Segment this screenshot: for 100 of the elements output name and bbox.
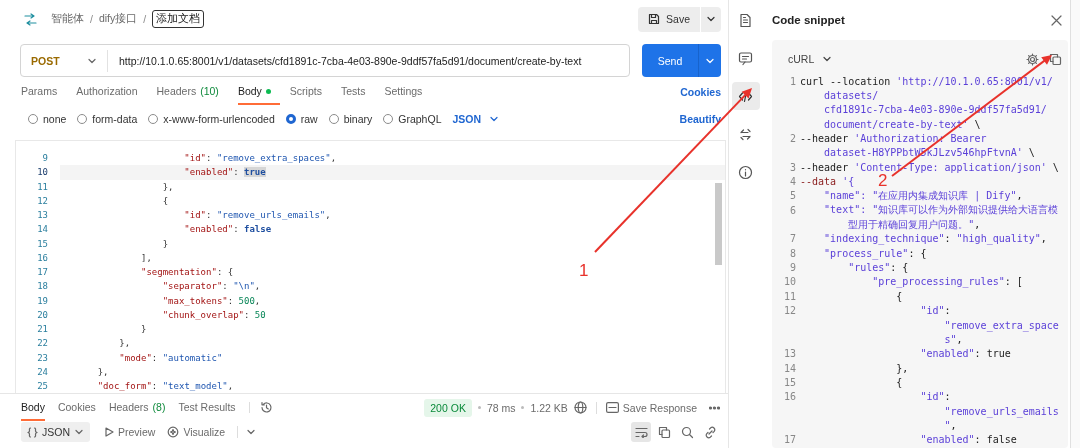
beautify-link[interactable]: Beautify: [679, 112, 721, 125]
line-number: 15: [782, 376, 796, 388]
code-line: "name": "在应用内集成知识库 | Dify",: [823, 188, 1023, 203]
line-number: 9: [41, 153, 48, 164]
line-number: 25: [36, 381, 48, 392]
response-tab[interactable]: Headers (8): [108, 394, 166, 421]
code-line: ],: [140, 252, 152, 263]
save-response-button[interactable]: Save Response: [605, 401, 697, 414]
copy-button[interactable]: [1049, 52, 1062, 66]
save-button[interactable]: Save: [638, 6, 700, 32]
line-number: 23: [36, 352, 48, 363]
caret-icon: [74, 427, 84, 437]
line-number: 17: [36, 267, 48, 278]
code-line: },: [161, 181, 174, 192]
code-line: "remove_extra_space: [943, 319, 1059, 331]
radio-label[interactable]: none: [43, 112, 67, 125]
language-dropdown[interactable]: cURL: [788, 53, 1016, 65]
code-line: "indexing_technique": "high_quality",: [823, 233, 1047, 245]
method-dropdown[interactable]: POST: [21, 49, 108, 72]
close-icon: [1051, 14, 1062, 26]
code-line: {: [895, 290, 903, 302]
radio-label[interactable]: GraphQL: [398, 112, 442, 125]
more-button[interactable]: [709, 405, 720, 410]
settings-button[interactable]: [1026, 52, 1039, 66]
settings-icon: [1026, 52, 1039, 66]
braces-icon: [27, 426, 38, 438]
request-tab[interactable]: Settings: [384, 79, 432, 105]
example-icon: [605, 402, 619, 413]
line-number: 6: [788, 204, 796, 216]
code-line: "enabled": false: [183, 224, 272, 235]
code-line: "id": "remove_urls_emails",: [183, 210, 331, 221]
send-options-button[interactable]: [698, 44, 721, 77]
link-icon: [703, 425, 717, 439]
send-button[interactable]: Send: [642, 44, 698, 77]
code-line: },: [118, 338, 131, 349]
request-tab[interactable]: Body: [237, 79, 281, 105]
line-number: 21: [36, 324, 48, 335]
url-field[interactable]: http://10.1.0.65:8001/v1/datasets/cfd1891c-7cba-4e03-890e-9ddf57fa5d91/document/create-by-text: [108, 54, 582, 67]
format-dropdown[interactable]: JSON: [21, 422, 90, 442]
code-line: "separator": "\n",: [161, 281, 261, 292]
search-icon: [680, 425, 694, 439]
code-line: "id":: [919, 391, 951, 403]
history-icon: [259, 401, 273, 414]
line-number: 10: [36, 167, 48, 178]
line-number: 10: [782, 276, 796, 288]
line-number: 7: [788, 233, 796, 245]
panel-title: Code snippet: [772, 14, 846, 26]
caret-icon: [246, 427, 257, 437]
cookies-link[interactable]: Cookies: [680, 79, 721, 105]
floppy-disk-icon: [648, 13, 661, 25]
wrap-lines-button[interactable]: [631, 422, 651, 442]
radio-button[interactable]: [285, 113, 296, 124]
line-number: 1: [788, 75, 796, 87]
more-icon: [709, 405, 720, 410]
radio-label[interactable]: x-www-form-urlencoded: [163, 112, 275, 125]
radio-label[interactable]: binary: [343, 112, 373, 125]
save-options-button[interactable]: [701, 6, 721, 32]
request-name-field[interactable]: 添加文档: [152, 10, 205, 28]
code-line: "doc_form": "text_model",: [96, 381, 234, 392]
code-line: 型用于精确回复用户问题。",: [847, 217, 981, 232]
preview-button[interactable]: Preview: [104, 426, 156, 438]
code-line: "enabled": true: [919, 348, 1011, 360]
code-line: ",: [943, 419, 957, 431]
request-tab[interactable]: Authorization: [76, 79, 147, 105]
request-tab[interactable]: Headers (10): [156, 79, 229, 105]
caret-icon: [822, 54, 833, 64]
wrap-icon: [634, 426, 648, 438]
code-line: {: [895, 376, 903, 388]
line-number: 5: [788, 190, 796, 202]
caret-icon: [706, 14, 716, 24]
sparkle-icon: [167, 426, 180, 438]
code-line: --data '{: [800, 176, 855, 188]
line-number: 17: [782, 434, 796, 446]
comment-icon: [738, 50, 753, 66]
breadcrumb-link[interactable]: dify接口: [98, 12, 138, 26]
line-number: 14: [782, 362, 796, 374]
request-tab[interactable]: Scripts: [289, 79, 332, 105]
visualize-button[interactable]: Visualize: [167, 426, 226, 438]
line-number: 24: [36, 366, 48, 377]
globe-icon: [573, 401, 587, 414]
response-tab[interactable]: Test Results: [178, 394, 236, 421]
close-button[interactable]: [1051, 14, 1062, 26]
request-icon: [24, 12, 37, 26]
code-line: "remove_urls_emails: [943, 405, 1059, 417]
language-dropdown[interactable]: JSON: [452, 112, 500, 125]
visualize-options-button[interactable]: [246, 427, 257, 437]
request-tab[interactable]: Tests: [340, 79, 375, 105]
code-line: "segmentation": {: [140, 267, 234, 278]
response-tab[interactable]: Cookies: [57, 394, 96, 421]
line-number: 22: [36, 338, 48, 349]
line-number: 2: [788, 133, 796, 145]
line-number: 4: [788, 176, 796, 188]
code-line: "pre_processing_rules": [: [871, 276, 1023, 288]
scrollbar[interactable]: [715, 183, 722, 265]
line-number: 20: [36, 309, 48, 320]
line-number: 8: [788, 247, 796, 259]
request-tab[interactable]: Params: [21, 79, 67, 105]
radio-label[interactable]: raw: [300, 112, 318, 125]
breadcrumb-link[interactable]: 智能体: [51, 12, 84, 26]
radio-label[interactable]: form-data: [92, 112, 138, 125]
